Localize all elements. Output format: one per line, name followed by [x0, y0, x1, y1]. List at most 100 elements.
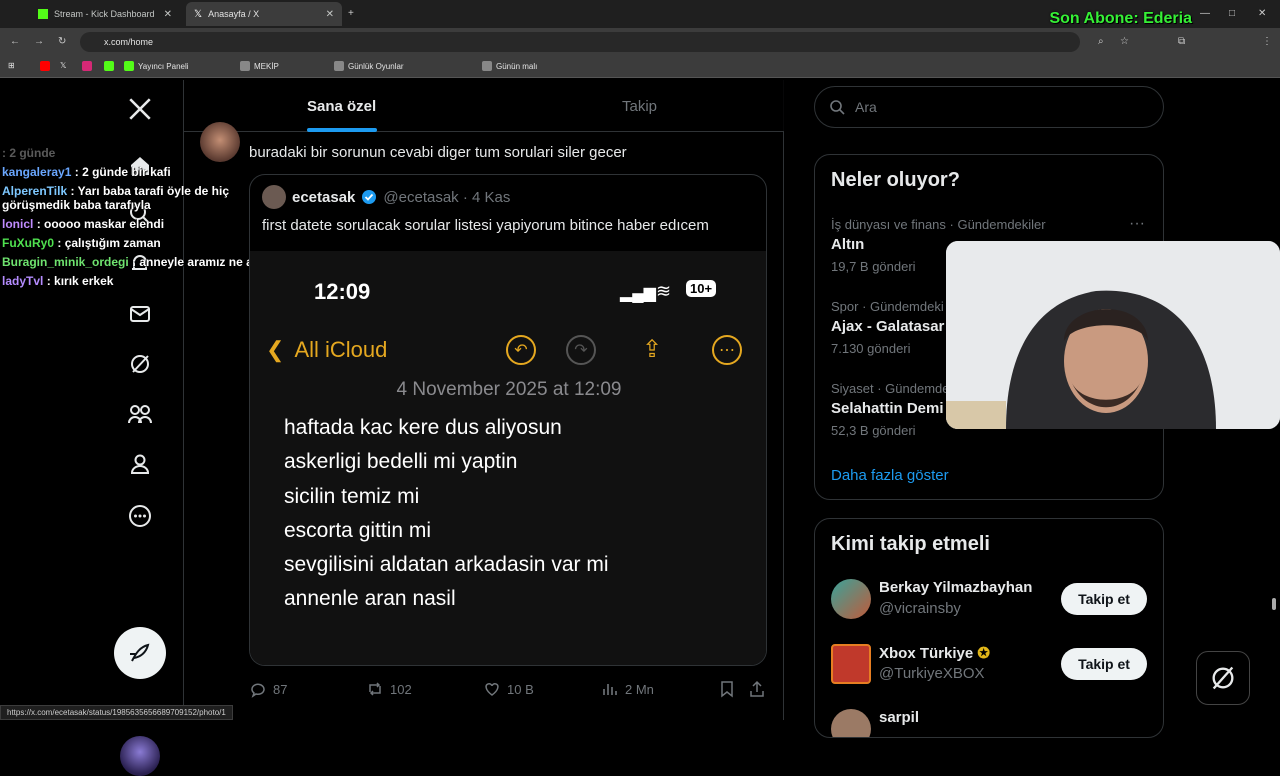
zoom-icon[interactable]: ⌕ — [1098, 36, 1104, 47]
quoted-author-avatar[interactable] — [262, 185, 286, 209]
grok-icon — [1212, 666, 1234, 690]
apps-icon[interactable]: ⊞ — [8, 61, 15, 70]
bookmark-button[interactable] — [719, 680, 741, 698]
chat-text: : 2 günde — [2, 146, 56, 160]
views-icon — [603, 684, 617, 695]
battery-indicator: 10+ — [686, 280, 717, 297]
menu-icon[interactable]: ⋮ — [1262, 36, 1272, 47]
chat-text: : 2 günde bir kafi — [74, 165, 171, 179]
x-bookmark-icon[interactable]: 𝕏 — [60, 61, 66, 70]
repost-count: 102 — [390, 681, 412, 697]
messages-icon[interactable] — [124, 298, 156, 330]
trend-more-icon[interactable]: ··· — [1129, 215, 1145, 233]
url-input[interactable]: x.com/home — [80, 32, 1080, 52]
trend-item[interactable]: Siyaset · Gündemde Selahattin Demi 52,3 … — [831, 381, 950, 438]
tab-title: Anasayfa / X — [208, 9, 260, 19]
close-icon[interactable]: ✕ — [326, 9, 334, 20]
note-line: escorta gittin mi — [284, 518, 432, 542]
tab-x-home[interactable]: 𝕏 Anasayfa / X ✕ — [186, 2, 342, 26]
tweet-author-avatar[interactable] — [200, 122, 240, 162]
quoted-tweet-image[interactable]: 12:09 ▂▄▆ ≋ 10+ ❮ All iCloud ↶ ↷ ⇪ ⋯ 4 N… — [250, 251, 766, 665]
heart-icon — [485, 683, 499, 696]
follow-button[interactable]: Takip et — [1061, 583, 1147, 615]
user-name[interactable]: sarpil — [879, 709, 919, 726]
bookmark-mekip[interactable]: MEKİP — [240, 61, 279, 71]
signal-icon: ▂▄▆ — [620, 285, 656, 302]
bookmark-star-icon[interactable]: ☆ — [1120, 36, 1129, 47]
follow-button[interactable]: Takip et — [1061, 648, 1147, 680]
follow-title: Kimi takip etmeli — [831, 533, 990, 555]
bookmark-gunluk-oyunlar[interactable]: Günlük Oyunlar — [334, 61, 404, 71]
more-options-icon[interactable] — [124, 500, 156, 532]
user-handle: @vicrainsby — [879, 600, 961, 617]
forward-icon[interactable]: → — [34, 36, 44, 47]
reply-count: 87 — [273, 681, 288, 697]
communities-icon[interactable] — [124, 398, 156, 430]
quoted-tweet[interactable]: ecetasak @ecetasak · 4 Kas first datete … — [249, 174, 767, 666]
trend-item[interactable]: Spor · Gündemdeki Ajax - Galatasar 7.130… — [831, 299, 944, 356]
search-icon — [830, 100, 845, 115]
who-to-follow-card: Kimi takip etmeli Berkay Yilmazbayhan @v… — [814, 518, 1164, 738]
page-scrollbar[interactable] — [1272, 598, 1276, 610]
follow-suggestion[interactable]: sarpil — [831, 709, 1151, 737]
back-icon[interactable]: ← — [10, 36, 20, 47]
note-line: sicilin temiz mi — [284, 484, 420, 508]
chat-text: : ooooo maskar elendi — [36, 217, 165, 231]
verified-gold-icon: ✪ — [977, 645, 990, 662]
kick-bookmark-icon[interactable] — [104, 61, 118, 71]
minimize-icon[interactable]: — — [1200, 8, 1210, 19]
show-more-link[interactable]: Daha fazla göster — [831, 467, 949, 484]
bookmark-yayinci-paneli[interactable]: Yayıncı Paneli — [124, 61, 189, 71]
maximize-icon[interactable]: □ — [1229, 8, 1235, 19]
user-avatar[interactable] — [831, 709, 871, 737]
extensions-icon[interactable]: ⧉ — [1178, 36, 1185, 47]
user-name[interactable]: Berkay Yilmazbayhan — [879, 579, 1032, 596]
quoted-author-name[interactable]: ecetasak — [292, 189, 355, 206]
like-count: 10 B — [507, 681, 534, 697]
window-close-icon[interactable]: ✕ — [1258, 8, 1266, 19]
user-name-text: Xbox Türkiye — [879, 645, 974, 662]
main-feed: Sana özel Takip buradaki bir sorunun cev… — [184, 80, 784, 720]
trend-name: Ajax - Galatasar — [831, 318, 945, 335]
reply-icon — [251, 683, 265, 698]
search-input[interactable]: Ara — [814, 86, 1164, 128]
follow-suggestion[interactable]: Berkay Yilmazbayhan @vicrainsby Takip et — [831, 579, 1151, 623]
share-icon: ⇪ — [642, 336, 663, 363]
repost-button[interactable]: 102 — [366, 680, 412, 698]
post-button[interactable] — [114, 627, 166, 679]
grok-icon[interactable] — [124, 348, 156, 380]
share-button[interactable] — [749, 680, 771, 698]
like-button[interactable]: 10 B — [483, 680, 534, 698]
youtube-icon[interactable] — [40, 61, 54, 71]
address-bar-row: ← → ↻ x.com/home ⌕ ☆ ⧉ ⋮ — [0, 28, 1280, 56]
x-logo-icon[interactable] — [124, 93, 156, 125]
instagram-icon[interactable] — [82, 61, 96, 71]
quoted-author-handle: @ecetasak · 4 Kas — [383, 188, 511, 206]
profile-icon[interactable] — [124, 448, 156, 480]
new-tab-icon[interactable]: + — [348, 8, 354, 19]
follow-suggestion[interactable]: Xbox Türkiye ✪ @TurkiyeXBOX Takip et — [831, 644, 1151, 688]
tab-kick-dashboard[interactable]: Stream - Kick Dashboard ✕ — [30, 2, 180, 26]
tab-following[interactable]: Takip — [622, 98, 657, 115]
account-avatar[interactable] — [120, 736, 160, 776]
reply-button[interactable]: 87 — [249, 680, 287, 698]
chat-user: ladyTvl — [2, 274, 44, 288]
bookmark-gunun-mali[interactable]: Günün malı — [482, 61, 537, 71]
note-line: haftada kac kere dus aliyosun — [284, 416, 562, 439]
user-name[interactable]: Xbox Türkiye ✪ — [879, 644, 990, 662]
tab-for-you[interactable]: Sana özel — [307, 98, 376, 115]
bookmark-label: Günün malı — [496, 61, 538, 71]
grok-floating-button[interactable] — [1196, 651, 1250, 705]
user-avatar[interactable] — [831, 579, 871, 619]
bookmark-label: MEKİP — [254, 61, 279, 71]
quoted-tweet-text: first datete sorulacak sorular listesi y… — [262, 217, 709, 234]
chat-text: : çalıştığım zaman — [57, 236, 161, 250]
views-button[interactable]: 2 Mn — [601, 680, 654, 698]
xbox-logo-icon[interactable] — [831, 644, 871, 684]
close-icon[interactable]: ✕ — [164, 9, 172, 20]
reload-icon[interactable]: ↻ — [58, 36, 66, 47]
redo-icon: ↷ — [566, 335, 596, 365]
note-line: askerligi bedelli mi yaptin — [284, 450, 518, 474]
tweet-text: buradaki bir sorunun cevabi diger tum so… — [249, 144, 627, 161]
trend-meta: İş dünyası ve finans · Gündemdekiler — [831, 217, 1046, 232]
